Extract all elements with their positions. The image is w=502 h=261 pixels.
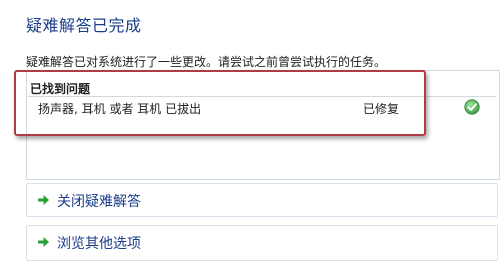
problem-description: 扬声器, 耳机 或者 耳机 已拔出 <box>38 102 202 116</box>
green-arrow-icon <box>38 237 49 247</box>
problems-found-header: 已找到问题 <box>30 82 91 96</box>
green-arrow-icon <box>38 195 49 205</box>
browse-more-options-label: 浏览其他选项 <box>57 236 141 252</box>
check-icon <box>464 99 480 115</box>
browse-more-options[interactable]: 浏览其他选项 <box>26 225 498 261</box>
status-description: 疑难解答已对系统进行了一些更改。请尝试之前曾尝试执行的任务。 <box>26 55 387 69</box>
close-troubleshooter-option[interactable]: 关闭疑难解答 <box>26 183 498 217</box>
problem-status: 已修复 <box>363 102 400 116</box>
close-troubleshooter-label: 关闭疑难解答 <box>57 194 141 210</box>
page-title: 疑难解答已完成 <box>26 16 142 35</box>
